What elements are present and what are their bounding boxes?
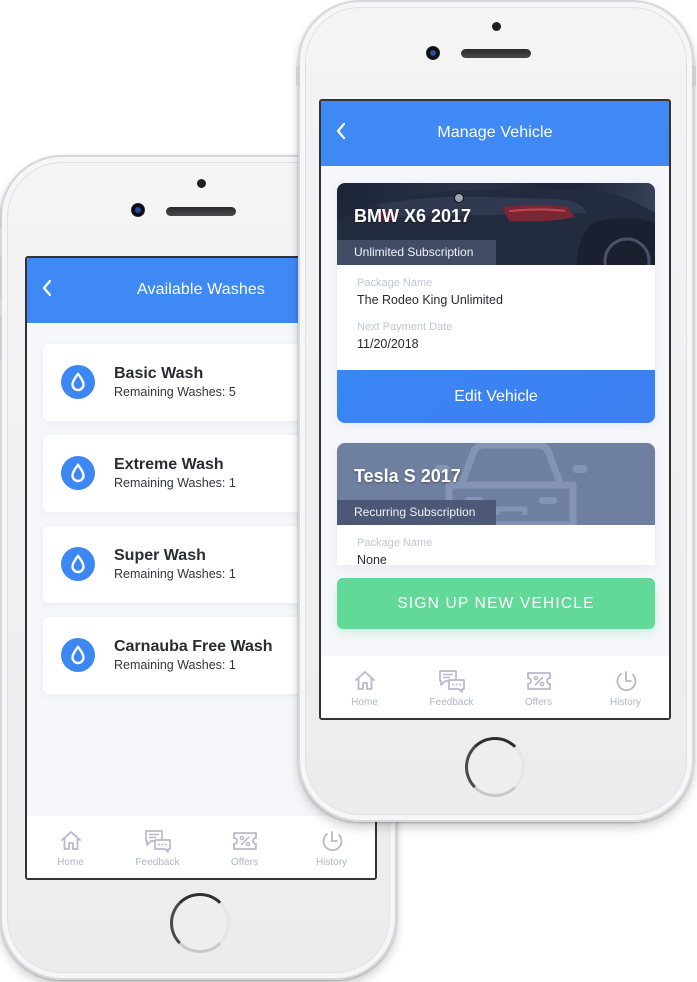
- tab-history[interactable]: History: [288, 816, 375, 878]
- feedback-icon: [144, 830, 171, 853]
- tab-label: Feedback: [429, 697, 474, 708]
- home-icon: [354, 671, 375, 690]
- tab-label: History: [609, 697, 642, 708]
- home-icon: [60, 831, 81, 850]
- subscription-badge: Unlimited Subscription: [337, 240, 496, 265]
- tab-home[interactable]: Home: [27, 816, 114, 878]
- tab-bar: Home Feedback Offers History: [27, 816, 375, 878]
- tab-offers[interactable]: Offers: [201, 816, 288, 878]
- tab-label: Feedback: [135, 857, 180, 868]
- earpiece-speaker: [461, 49, 531, 58]
- tab-label: Home: [351, 697, 378, 708]
- tab-history[interactable]: History: [582, 656, 669, 718]
- manage-vehicle-screen: Manage Vehicle BMW X6 2017 Unlimited Sub…: [319, 99, 671, 720]
- water-drop-icon: [61, 638, 95, 672]
- wash-name: Super Wash: [114, 547, 206, 564]
- power-button: [692, 65, 696, 87]
- offers-icon: [232, 832, 257, 850]
- home-button[interactable]: [465, 737, 525, 797]
- tab-label: Offers: [230, 857, 259, 868]
- wash-remaining: Remaining Washes: 5: [114, 385, 236, 399]
- tab-feedback[interactable]: Feedback: [114, 816, 201, 878]
- vehicle-card: BMW X6 2017 Unlimited Subscription Packa…: [337, 183, 655, 423]
- package-name-value: None: [357, 553, 387, 565]
- offers-icon: [526, 672, 551, 690]
- tab-feedback[interactable]: Feedback: [408, 656, 495, 718]
- wash-remaining: Remaining Washes: 1: [114, 658, 236, 672]
- navbar: Manage Vehicle: [321, 101, 669, 166]
- page-title: Manage Vehicle: [437, 124, 553, 141]
- proximity-sensor: [492, 22, 501, 31]
- vehicle-card: Tesla S 2017 Recurring Subscription Pack…: [337, 443, 655, 565]
- water-drop-icon: [61, 456, 95, 490]
- volume-down-button: [0, 315, 2, 359]
- edit-vehicle-button[interactable]: Edit Vehicle: [337, 370, 655, 423]
- history-icon: [322, 831, 342, 852]
- history-icon: [616, 671, 636, 692]
- mute-switch: [296, 66, 300, 86]
- front-camera: [426, 46, 440, 60]
- next-payment-label: Next Payment Date: [357, 321, 453, 333]
- package-name-label: Package Name: [357, 277, 433, 289]
- subscription-badge: Recurring Subscription: [337, 500, 496, 525]
- wash-name: Carnauba Free Wash: [114, 638, 273, 655]
- home-button[interactable]: [170, 893, 230, 953]
- volume-up-button: [0, 255, 2, 299]
- wash-remaining: Remaining Washes: 1: [114, 476, 236, 490]
- tab-label: Home: [57, 857, 84, 868]
- vehicle-name: BMW X6 2017: [354, 206, 472, 226]
- vehicle-photo-placeholder: Tesla S 2017 Recurring Subscription: [337, 443, 655, 525]
- feedback-icon: [438, 670, 465, 693]
- front-camera: [131, 203, 145, 217]
- next-payment-value: 11/20/2018: [357, 337, 419, 351]
- phone-right: Manage Vehicle BMW X6 2017 Unlimited Sub…: [296, 0, 696, 822]
- vehicle-photo: BMW X6 2017 Unlimited Subscription: [337, 183, 655, 265]
- package-name-label: Package Name: [357, 537, 433, 549]
- tab-bar: Home Feedback Offers History: [321, 656, 669, 718]
- wash-remaining: Remaining Washes: 1: [114, 567, 236, 581]
- tab-label: History: [315, 857, 348, 868]
- mute-switch: [0, 207, 2, 229]
- earpiece-speaker: [166, 207, 236, 216]
- tab-home[interactable]: Home: [321, 656, 408, 718]
- vehicle-name: Tesla S 2017: [354, 466, 461, 486]
- wash-name: Extreme Wash: [114, 456, 224, 473]
- tab-label: Offers: [524, 697, 553, 708]
- water-drop-icon: [61, 547, 95, 581]
- proximity-sensor: [197, 179, 206, 188]
- sign-up-new-vehicle-button[interactable]: SIGN UP NEW VEHICLE: [337, 578, 655, 629]
- package-name-value: The Rodeo King Unlimited: [357, 293, 503, 307]
- tab-offers[interactable]: Offers: [495, 656, 582, 718]
- water-drop-icon: [61, 365, 95, 399]
- wash-name: Basic Wash: [114, 365, 204, 382]
